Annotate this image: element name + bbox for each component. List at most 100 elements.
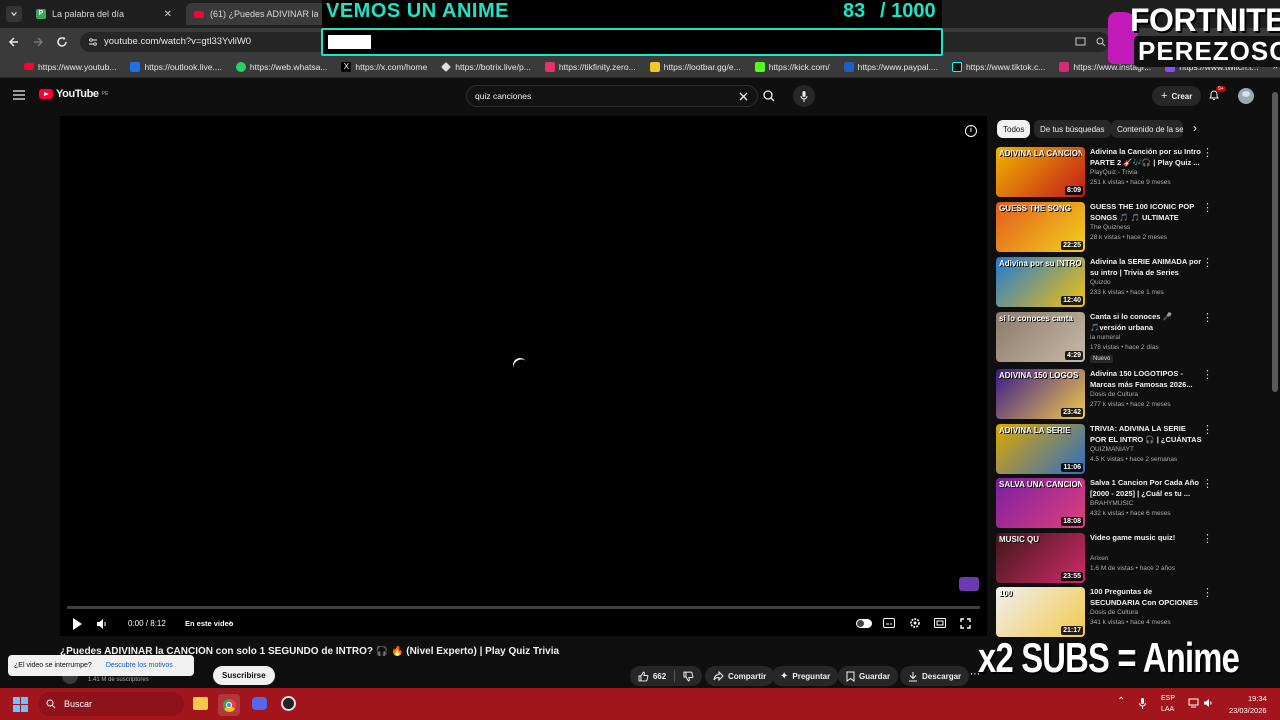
windows-start-icon[interactable] <box>13 697 28 712</box>
close-icon[interactable]: ✕ <box>164 9 172 20</box>
progress-bar[interactable] <box>67 606 980 609</box>
more-vert-icon[interactable]: ⋮ <box>1202 478 1213 492</box>
forward-arrow-icon[interactable] <box>32 36 44 48</box>
video-thumbnail[interactable]: ADIVINA 150 LOGOS 23:42 <box>996 369 1085 419</box>
obs-icon[interactable] <box>281 696 296 711</box>
recommendation-item[interactable]: Adivina por su INTRO 12:40 Adivina la SERI… <box>996 257 1214 309</box>
recommendation-item[interactable]: GUESS THE SONG 22:25 GUESS THE 100 ICONIC … <box>996 202 1214 254</box>
more-vert-icon[interactable]: ⋮ <box>1202 369 1213 383</box>
video-thumbnail[interactable]: Adivina por su INTRO 12:40 <box>996 257 1085 307</box>
recommendation-title[interactable]: Salva 1 Cancion Por Cada Año [2000 - 202… <box>1090 478 1202 499</box>
bookmark-botrix[interactable]: https://botrix.live/p... <box>441 62 531 72</box>
chrome-icon[interactable] <box>218 694 240 716</box>
reload-icon[interactable] <box>56 36 68 48</box>
thumbs-down-icon[interactable] <box>683 671 694 682</box>
recommendation-title[interactable]: Adivina 150 LOGOTIPOS - Marcas más Famos… <box>1090 369 1202 390</box>
bookmark-x[interactable]: Xhttps://x.com/home <box>341 61 427 72</box>
more-vert-icon[interactable]: ⋮ <box>1202 587 1213 601</box>
thumbs-up-icon[interactable] <box>638 671 649 682</box>
tray-chevron-up-icon[interactable]: ⌃ <box>1117 696 1125 707</box>
recommendation-title[interactable]: TRIVIA: ADIVINA LA SERIE POR EL INTRO 🎧 … <box>1090 424 1202 445</box>
video-thumbnail[interactable]: SALVA UNA CANCION 18:08 <box>996 478 1085 528</box>
chip-related[interactable]: Contenido de la se <box>1111 120 1183 138</box>
video-thumbnail[interactable]: ADIVINA LA CANCION 8:09 <box>996 147 1085 197</box>
taskbar-search[interactable]: Buscar <box>38 692 184 716</box>
notifications-button[interactable]: 9+ <box>1208 86 1226 103</box>
recommendation-title[interactable]: GUESS THE 100 ICONIC POP SONGS 🎵 🎵 ULTIM… <box>1090 202 1202 223</box>
youtube-logo[interactable]: YouTube PE <box>39 88 108 100</box>
microphone-icon[interactable] <box>1139 698 1146 709</box>
more-vert-icon[interactable]: ⋮ <box>1202 257 1213 271</box>
create-button[interactable]: + Crear <box>1152 86 1202 106</box>
download-button[interactable]: Descargar <box>900 666 970 686</box>
voice-search-button[interactable] <box>793 85 815 107</box>
ask-button[interactable]: ✦ Preguntar <box>772 666 839 686</box>
recommendation-title[interactable]: 100 Preguntas de SECUNDARIA Con OPCIONES… <box>1090 587 1202 608</box>
video-thumbnail[interactable]: ADIVINA LA SERIE 11:06 <box>996 424 1085 474</box>
search-input[interactable]: quiz canciones <box>475 91 531 101</box>
bookmark-tiktok[interactable]: https://www.tiktok.c... <box>951 61 1045 72</box>
volume-icon[interactable] <box>96 618 108 630</box>
back-arrow-icon[interactable] <box>8 36 20 48</box>
tab-palabra[interactable]: P La palabra del día ✕ <box>28 3 180 25</box>
speaker-icon[interactable] <box>1203 698 1213 708</box>
recommendation-item[interactable]: SALVA UNA CANCION 18:08 Salva 1 Cancion Po… <box>996 478 1214 530</box>
tab-search-button[interactable] <box>6 6 22 22</box>
recommendation-channel[interactable]: Arixen <box>1090 555 1108 562</box>
recommendation-item[interactable]: ADIVINA LA CANCION 8:09 Adivina la Canción… <box>996 147 1214 199</box>
bookmark-whatsapp[interactable]: https://web.whatsa... <box>235 61 327 72</box>
recommendation-item[interactable]: ADIVINA 150 LOGOS 23:42 Adivina 150 LOGOTI… <box>996 369 1214 421</box>
recommendation-channel[interactable]: PlayQuiz - Trivia <box>1090 169 1137 176</box>
bookmark-paypal[interactable]: https://www.paypal.... <box>843 61 938 72</box>
site-info-icon[interactable] <box>88 37 98 47</box>
channel-watermark[interactable] <box>959 577 979 591</box>
video-player[interactable]: i 0:00 / 8:12 En este video › <box>60 116 987 636</box>
discord-icon[interactable] <box>252 697 267 710</box>
more-vert-icon[interactable]: ⋮ <box>1202 147 1213 161</box>
page-scrollbar[interactable] <box>1272 92 1278 392</box>
chevron-right-icon[interactable]: › <box>229 617 232 627</box>
search-box[interactable]: quiz canciones <box>466 85 758 107</box>
recommendation-item[interactable]: ADIVINA LA SERIE 11:06 TRIVIA: ADIVINA LA … <box>996 424 1214 476</box>
file-explorer-icon[interactable] <box>193 697 208 710</box>
toast-link[interactable]: Descubre los motivos <box>106 662 173 669</box>
more-vert-icon[interactable]: ⋮ <box>1202 424 1213 438</box>
network-icon[interactable] <box>1188 698 1199 708</box>
recommendation-item[interactable]: 100 21:17 100 Preguntas de SECUNDARIA Con … <box>996 587 1214 639</box>
bookmark-lootbar[interactable]: https://lootbar.gg/e... <box>649 61 741 72</box>
recommendation-item[interactable]: si lo conoces canta 4:29 Canta si lo conoc… <box>996 312 1214 364</box>
more-vert-icon[interactable]: ⋮ <box>1202 202 1213 216</box>
more-vert-icon[interactable]: ⋮ <box>1202 533 1213 547</box>
subscribe-button[interactable]: Suscribirse <box>213 666 275 685</box>
recommendation-channel[interactable]: Quizdo <box>1090 279 1111 286</box>
chip-todos[interactable]: Todos <box>997 120 1031 138</box>
share-button[interactable]: Compartir <box>705 666 775 686</box>
video-thumbnail[interactable]: si lo conoces canta 4:29 <box>996 312 1085 362</box>
clear-search-icon[interactable] <box>739 92 748 101</box>
hamburger-menu-icon[interactable] <box>13 90 25 100</box>
save-button[interactable]: Guardar <box>838 666 899 686</box>
recommendation-channel[interactable]: BRAHYMUSIC <box>1090 500 1133 507</box>
chip-from-searches[interactable]: De tus búsquedas <box>1034 120 1111 138</box>
recommendation-title[interactable]: Adivina la Canción por su Intro PARTE 2 … <box>1090 147 1202 168</box>
video-thumbnail[interactable]: MUSIC QU 23:55 <box>996 533 1085 583</box>
bookmark-tikfinity[interactable]: https://tikfinity.zero... <box>544 61 636 72</box>
subtitles-icon[interactable] <box>883 618 895 628</box>
bookmark-kick[interactable]: https://kick.com/ <box>754 61 830 72</box>
recommendation-title[interactable]: Video game music quiz! <box>1090 533 1202 554</box>
info-icon[interactable]: i <box>965 125 977 137</box>
language-indicator[interactable]: ESP <box>1161 695 1175 702</box>
cast-icon[interactable] <box>1075 37 1086 47</box>
search-icon[interactable] <box>758 85 780 107</box>
clock-time[interactable]: 19:34 <box>1248 694 1267 703</box>
chapter-label[interactable]: En este video <box>185 619 233 628</box>
more-vert-icon[interactable]: ⋮ <box>1202 312 1213 326</box>
autoplay-toggle[interactable] <box>856 619 872 628</box>
tab-youtube[interactable]: (61) ¿Puedes ADIVINAR la CANC <box>186 3 326 25</box>
bookmark-outlook[interactable]: https://outlook.live.... <box>130 61 222 72</box>
recommendation-item[interactable]: MUSIC QU 23:55 Video game music quiz! Arixe… <box>996 533 1214 585</box>
fullscreen-icon[interactable] <box>960 618 971 629</box>
chips-next-chevron-icon[interactable]: › <box>1193 121 1197 135</box>
recommendation-channel[interactable]: Dosis de Cultura <box>1090 391 1138 398</box>
recommendation-channel[interactable]: QUIZMANIAYT <box>1090 446 1134 453</box>
